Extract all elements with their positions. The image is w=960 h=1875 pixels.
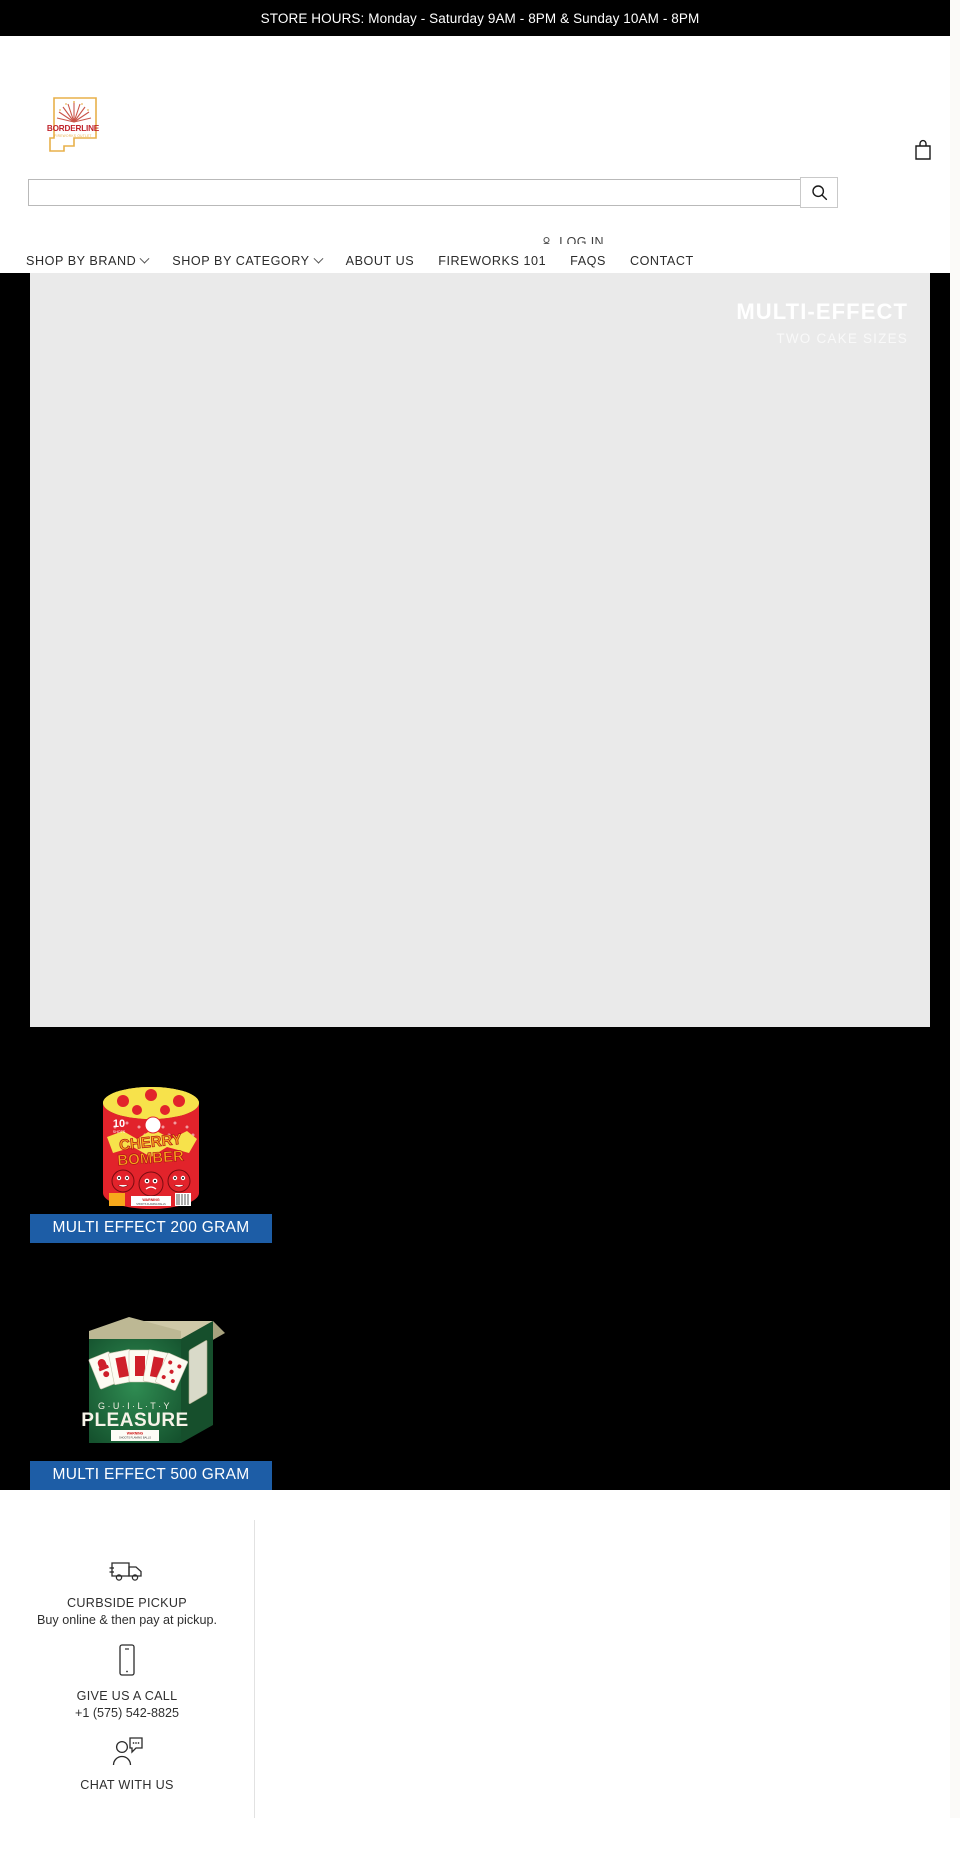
page-root: STORE HOURS: Monday - Saturday 9AM - 8PM… xyxy=(0,0,960,1818)
collection-tiles: 10 SHOTS CHERRY BOMBER WARNING SHOOTS FL… xyxy=(0,1027,960,1490)
svg-text:PLEASURE: PLEASURE xyxy=(81,1410,188,1431)
chevron-down-icon xyxy=(139,253,150,264)
nav-label: CONTACT xyxy=(629,254,694,268)
announcement-bar: STORE HOURS: Monday - Saturday 9AM - 8PM… xyxy=(0,0,960,36)
hero-subtitle: TWO CAKE SIZES xyxy=(776,331,908,347)
chat-bubble-person-icon xyxy=(18,1736,236,1766)
guilty-pleasure-cake-icon: G·U·I·L·T·Y PLEASURE WARNING SHOOTS FLAM… xyxy=(81,1317,225,1443)
borderline-logo-icon: BORDERLINE FIREWORKS OUTLET xyxy=(47,97,100,152)
footer-right-area xyxy=(255,1520,960,1818)
hero-text-block: MULTI-EFFECT TWO CAKE SIZES xyxy=(736,300,908,346)
site-header: BORDERLINE FIREWORKS OUTLET LOG IN SHOP … xyxy=(0,36,960,278)
collection-caption: MULTI EFFECT 500 GRAM xyxy=(30,1461,272,1490)
footer-block-chat-with-us: CHAT WITH US xyxy=(18,1736,236,1794)
footer-block-title: GIVE US A CALL xyxy=(76,1689,178,1703)
footer-info-column: CURBSIDE PICKUP Buy online & then pay at… xyxy=(0,1520,255,1818)
chevron-down-icon xyxy=(313,253,324,264)
footer-block-curbside-pickup: CURBSIDE PICKUP Buy online & then pay at… xyxy=(18,1556,236,1629)
nav-label: FAQS xyxy=(570,254,606,268)
svg-text:SHOOTS FLAMING BALLS: SHOOTS FLAMING BALLS xyxy=(136,1203,166,1206)
nav-item-shop-by-category[interactable]: SHOP BY CATEGORY xyxy=(160,248,333,274)
search-icon xyxy=(811,185,827,201)
nav-item-faqs[interactable]: FAQS xyxy=(558,248,618,274)
search-button[interactable] xyxy=(800,177,838,208)
nav-item-fireworks-101[interactable]: FIREWORKS 101 xyxy=(426,248,558,274)
main-content: MULTI-EFFECT TWO CAKE SIZES 10 SHOTS CHE… xyxy=(0,273,960,1490)
nav-label: ABOUT US xyxy=(345,254,415,268)
footer-block-title: CURBSIDE PICKUP xyxy=(67,1596,187,1610)
hero-banner[interactable]: MULTI-EFFECT TWO CAKE SIZES xyxy=(30,273,930,1027)
svg-text:SHOTS: SHOTS xyxy=(113,1130,126,1134)
collection-caption: MULTI EFFECT 200 GRAM xyxy=(30,1214,272,1243)
cherry-bomber-cake-icon: 10 SHOTS CHERRY BOMBER WARNING SHOOTS FL… xyxy=(103,1087,199,1209)
mobile-phone-icon xyxy=(18,1643,236,1677)
collection-tile-200-gram[interactable]: 10 SHOTS CHERRY BOMBER WARNING SHOOTS FL… xyxy=(30,1051,272,1243)
svg-text:10: 10 xyxy=(113,1118,125,1130)
svg-text:WARNING: WARNING xyxy=(127,1432,144,1436)
svg-text:FIREWORKS OUTLET: FIREWORKS OUTLET xyxy=(54,134,92,138)
cart-button[interactable] xyxy=(910,137,936,163)
footer-block-give-us-a-call: GIVE US A CALL +1 (575) 542-8825 xyxy=(18,1643,236,1722)
phone-number-link[interactable]: +1 (575) 542-8825 xyxy=(18,1705,236,1722)
footer-block-title: CHAT WITH US xyxy=(80,1778,174,1792)
hero-title: MULTI-EFFECT xyxy=(736,299,908,324)
search-input[interactable] xyxy=(28,179,800,206)
svg-text:BORDERLINE: BORDERLINE xyxy=(47,124,100,133)
delivery-truck-icon xyxy=(18,1556,236,1584)
footer-block-subtitle: Buy online & then pay at pickup. xyxy=(37,1613,217,1627)
shopping-bag-icon xyxy=(915,139,931,160)
site-logo[interactable]: BORDERLINE FIREWORKS OUTLET xyxy=(44,94,102,156)
nav-label: FIREWORKS 101 xyxy=(438,254,547,268)
nav-item-shop-by-brand[interactable]: SHOP BY BRAND xyxy=(26,248,160,274)
nav-item-about-us[interactable]: ABOUT US xyxy=(334,248,427,274)
nav-label: SHOP BY BRAND xyxy=(26,254,137,268)
svg-text:WARNING: WARNING xyxy=(142,1198,160,1202)
nav-label: SHOP BY CATEGORY xyxy=(172,254,310,268)
search-form xyxy=(28,177,838,208)
page-edge-strip xyxy=(950,0,960,1818)
nav-item-contact[interactable]: CONTACT xyxy=(618,248,706,274)
svg-text:SHOOTS FLAMING BALLS: SHOOTS FLAMING BALLS xyxy=(119,1436,151,1440)
collection-tile-500-gram[interactable]: G·U·I·L·T·Y PLEASURE WARNING SHOOTS FLAM… xyxy=(30,1273,272,1490)
announcement-text: STORE HOURS: Monday - Saturday 9AM - 8PM… xyxy=(260,10,700,26)
cherry-bomber-cake-image: 10 SHOTS CHERRY BOMBER WARNING SHOOTS FL… xyxy=(30,1051,272,1214)
site-footer: CURBSIDE PICKUP Buy online & then pay at… xyxy=(0,1520,960,1818)
guilty-pleasure-cake-image: G·U·I·L·T·Y PLEASURE WARNING SHOOTS FLAM… xyxy=(30,1273,272,1461)
